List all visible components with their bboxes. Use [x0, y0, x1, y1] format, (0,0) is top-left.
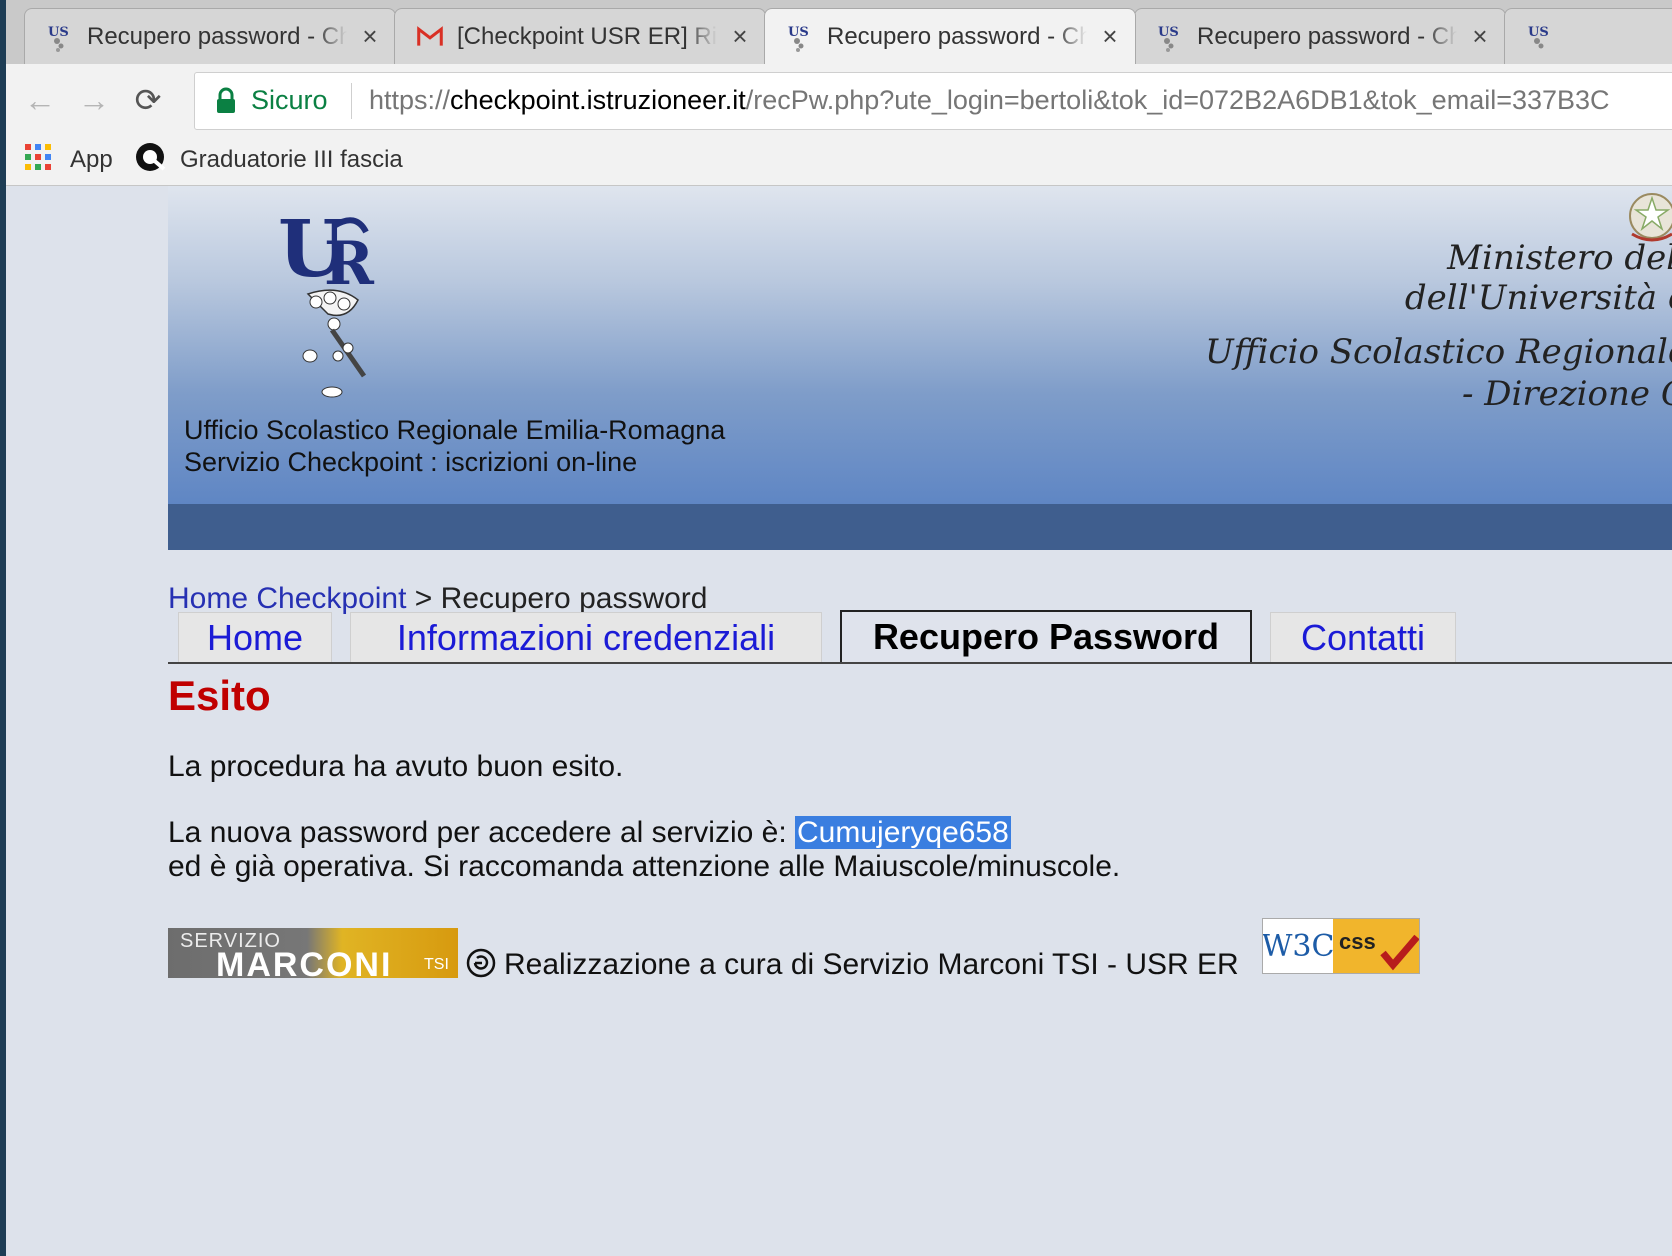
header-bar	[168, 504, 1672, 550]
new-password[interactable]: Cumujeryqe658	[795, 816, 1011, 849]
usr-favicon-icon: US	[787, 22, 813, 52]
ministry-line: Ufficio Scolastico Regionale	[1204, 332, 1672, 372]
tab-title: [Checkpoint USR ER] Richiesta	[457, 22, 717, 50]
usr-favicon-icon: US	[47, 22, 73, 52]
url-path: /recPw.php?ute_login=bertoli&tok_id=072B…	[745, 85, 1610, 115]
browser-toolbar: ← → ⟳ Sicuro https://checkpoint.istruzio…	[6, 64, 1672, 136]
office-name: Ufficio Scolastico Regionale Emilia-Roma…	[184, 415, 726, 445]
close-icon[interactable]: ×	[357, 21, 383, 52]
password-message: La nuova password per accedere al serviz…	[168, 816, 1011, 850]
ministry-line: - Direzione G	[1461, 374, 1672, 414]
usr-favicon-icon: US	[1157, 22, 1183, 52]
reload-icon[interactable]: ⟳	[128, 80, 168, 120]
ministry-line: dell'Università e	[1404, 278, 1672, 318]
close-icon[interactable]: ×	[1467, 21, 1493, 52]
url-text[interactable]: https://checkpoint.istruzioneer.it/recPw…	[369, 85, 1610, 116]
tab-title: Recupero password - Checkpoint	[1197, 22, 1457, 50]
svg-text:R: R	[324, 229, 375, 299]
tab-contatti[interactable]: Contatti	[1270, 612, 1456, 662]
w3c-text: W3C	[1262, 928, 1335, 964]
css-badge: css	[1333, 919, 1419, 973]
close-icon[interactable]: ×	[1097, 21, 1123, 52]
ministry-line: Ministero dell	[1447, 238, 1672, 278]
browser-tab-active[interactable]: US Recupero password - Checkpoint ×	[764, 8, 1136, 64]
secure-label: Sicuro	[251, 85, 328, 115]
address-separator	[351, 83, 352, 119]
service-name: Servizio Checkpoint : iscrizioni on-line	[184, 447, 638, 477]
svg-text:US: US	[1528, 25, 1549, 40]
copyright-icon	[466, 948, 496, 983]
password-note: ed è già operativa. Si raccomanda attenz…	[168, 850, 1121, 883]
password-prefix: La nuova password per accedere al serviz…	[168, 816, 796, 849]
css-text: css	[1339, 929, 1376, 954]
logo-suffix-text: TSI	[424, 956, 449, 973]
svg-text:US: US	[1158, 25, 1179, 40]
bookmark-apps[interactable]: App	[24, 143, 113, 178]
browser-tab[interactable]: US Recupero password - Checkpoint ×	[1134, 8, 1506, 64]
result-message: La procedura ha avuto buon esito.	[168, 750, 624, 783]
svg-text:US: US	[788, 25, 809, 40]
servizio-marconi-logo[interactable]: SERVIZIO MARCONI TSI	[168, 928, 458, 978]
bookmark-label: App	[70, 146, 113, 173]
back-arrow-icon[interactable]: ←	[20, 80, 60, 120]
usr-logo: U R	[268, 204, 398, 411]
tab-informazioni-credenziali[interactable]: Informazioni credenziali	[350, 612, 822, 662]
svg-text:US: US	[48, 25, 69, 40]
tab-title: Recupero password - Checkpoint	[827, 22, 1087, 50]
w3c-css-badge[interactable]: W3C css	[1262, 918, 1420, 974]
browser-tab[interactable]: US	[1504, 8, 1672, 64]
browser-tab[interactable]: US Recupero password - Checkpoint ×	[24, 8, 396, 64]
url-scheme: https://	[369, 85, 451, 115]
address-bar[interactable]: Sicuro https://checkpoint.istruzioneer.i…	[194, 72, 1672, 130]
footer: SERVIZIO MARCONI TSI Realizzazione a cur…	[168, 918, 1468, 988]
site-header-banner: U R Ufficio Scolastico Regionale Emilia-…	[168, 186, 1672, 504]
gmail-icon	[417, 22, 443, 52]
banner-text: Ufficio Scolastico Regionale Emilia-Roma…	[184, 414, 725, 478]
checkmark-icon	[1380, 934, 1419, 971]
close-icon[interactable]: ×	[727, 21, 753, 52]
forward-arrow-icon[interactable]: →	[74, 80, 114, 120]
url-host: checkpoint.istruzioneer.it	[450, 85, 746, 115]
site-icon	[134, 141, 166, 180]
tab-home[interactable]: Home	[178, 612, 332, 662]
bookmark-graduatorie[interactable]: Graduatorie III fascia	[134, 142, 403, 176]
ministry-text: Ministero dell dell'Università e Ufficio…	[1188, 238, 1672, 438]
browser-window: US Recupero password - Checkpoint × [Che…	[6, 0, 1672, 1256]
credit-text: Realizzazione a cura di Servizio Marconi…	[504, 948, 1239, 981]
tab-strip: US Recupero password - Checkpoint × [Che…	[6, 0, 1672, 64]
tab-title: Recupero password - Checkpoint	[87, 22, 347, 50]
main-menu: Home Informazioni credenziali Recupero P…	[168, 604, 1672, 664]
browser-tab[interactable]: [Checkpoint USR ER] Richiesta ×	[394, 8, 766, 64]
logo-main-text: MARCONI	[216, 946, 393, 978]
bookmark-label: Graduatorie III fascia	[180, 146, 403, 173]
lock-icon	[215, 87, 237, 115]
web-page: U R Ufficio Scolastico Regionale Emilia-…	[6, 186, 1672, 1256]
bookmarks-bar: App Graduatorie III fascia	[6, 136, 1672, 186]
usr-favicon-icon: US	[1527, 22, 1553, 52]
result-heading: Esito	[168, 672, 271, 719]
tab-recupero-password[interactable]: Recupero Password	[840, 610, 1252, 662]
apps-grid-icon	[24, 143, 52, 178]
